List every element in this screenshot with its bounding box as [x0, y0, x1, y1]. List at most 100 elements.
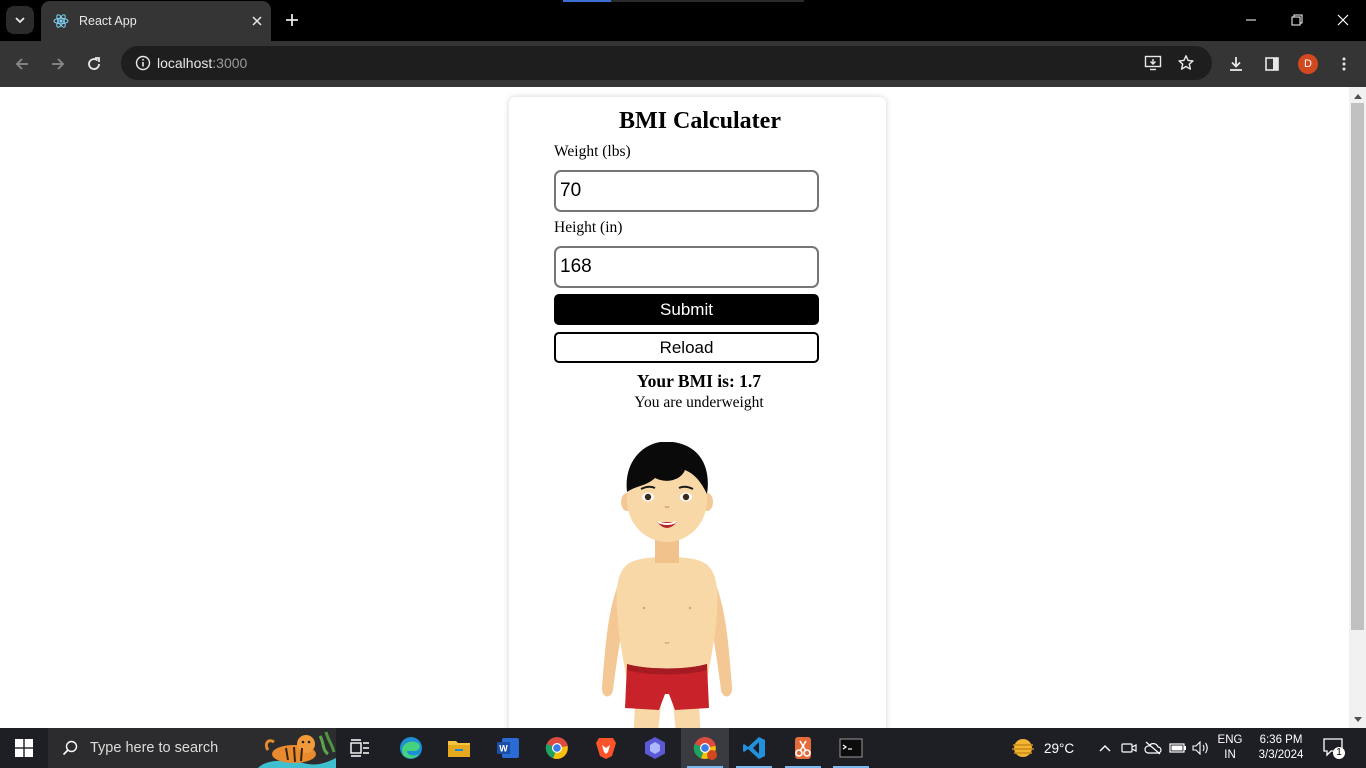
bmi-result: Your BMI is: 1.7: [636, 371, 762, 391]
minimize-button[interactable]: [1228, 0, 1274, 40]
close-icon: [1337, 14, 1349, 26]
speaker-icon: [1192, 741, 1208, 755]
cloud-off-icon: [1144, 741, 1162, 755]
tab-search-button[interactable]: [6, 6, 34, 34]
page-scrollbar[interactable]: [1349, 87, 1366, 728]
restore-button[interactable]: [1274, 0, 1320, 40]
install-app-button[interactable]: [1139, 49, 1167, 77]
install-app-icon: [1144, 55, 1162, 71]
taskbar-word[interactable]: W: [484, 728, 532, 768]
chrome-profile-icon: [693, 737, 717, 760]
notification-count: 1: [1336, 747, 1342, 758]
camera-icon: [1121, 743, 1137, 753]
url-port: :3000: [212, 55, 248, 71]
search-placeholder: Type here to search: [90, 740, 219, 756]
browser-tab[interactable]: React App: [41, 1, 271, 41]
scroll-down-button[interactable]: [1349, 711, 1366, 728]
taskbar-chrome[interactable]: [533, 728, 581, 768]
taskbar-chrome-profile[interactable]: [681, 728, 729, 768]
taskbar-vscode[interactable]: [730, 728, 778, 768]
page-title: BMI Calculater: [619, 108, 781, 134]
underweight-boy-illustration: [601, 442, 733, 728]
weather-temperature: 29°C: [1044, 740, 1075, 756]
info-icon: [135, 55, 151, 71]
tray-battery[interactable]: [1167, 728, 1189, 768]
svg-text:W: W: [499, 744, 508, 754]
new-tab-button[interactable]: [278, 6, 306, 34]
side-panel-icon: [1265, 57, 1279, 71]
weight-label: Weight (lbs): [554, 143, 631, 160]
url-host: localhost: [157, 55, 213, 71]
arrow-right-icon: [52, 58, 65, 70]
weight-input[interactable]: [554, 170, 819, 212]
bookmark-button[interactable]: [1172, 49, 1200, 77]
plus-icon: [286, 14, 298, 26]
tray-onedrive[interactable]: [1142, 728, 1164, 768]
taskbar-terminal[interactable]: [827, 728, 875, 768]
word-icon: W: [497, 738, 519, 758]
hazy-sun-icon: [1012, 739, 1034, 757]
site-info-button[interactable]: [129, 49, 157, 77]
url-text[interactable]: localhost:3000: [157, 55, 247, 71]
submit-button[interactable]: Submit: [554, 294, 819, 325]
chevron-up-icon: [1099, 745, 1111, 752]
start-button[interactable]: [0, 728, 48, 768]
bmi-card: BMI Calculater Weight (lbs) Height (in) …: [509, 97, 886, 728]
loading-indicator: [563, 0, 611, 2]
refresh-icon: [88, 57, 100, 70]
taskbar-snipping-tool[interactable]: [779, 728, 827, 768]
terminal-icon: [839, 738, 863, 758]
reload-page-button[interactable]: [78, 48, 110, 80]
language-indicator[interactable]: ENG IN: [1214, 733, 1246, 763]
windows-logo-icon: [15, 739, 33, 757]
taskbar-search-box[interactable]: Type here to search: [48, 728, 336, 768]
avatar: D: [1298, 54, 1318, 74]
arrow-left-icon: [15, 58, 28, 70]
scissors-icon: [795, 737, 811, 759]
folder-icon: [448, 741, 470, 757]
clock[interactable]: 6:36 PM 3/3/2024: [1252, 733, 1310, 763]
weather-widget[interactable]: 29°C: [1010, 728, 1074, 768]
height-label: Height (in): [554, 219, 623, 236]
loading-track: [611, 0, 804, 2]
triangle-up-icon: [1353, 93, 1362, 99]
tab-title: React App: [79, 14, 137, 28]
side-panel-button[interactable]: [1256, 48, 1288, 80]
downloads-button[interactable]: [1220, 48, 1252, 80]
triangle-down-icon: [1353, 716, 1362, 722]
close-icon: [252, 16, 262, 26]
show-hidden-icons-button[interactable]: [1096, 728, 1114, 768]
page-viewport: BMI Calculater Weight (lbs) Height (in) …: [0, 87, 1349, 728]
bmi-status: You are underweight: [634, 394, 764, 411]
menu-button[interactable]: [1328, 48, 1360, 80]
profile-button[interactable]: D: [1292, 48, 1324, 80]
taskbar-app-purple[interactable]: [631, 728, 679, 768]
tab-close-button[interactable]: [243, 7, 271, 35]
vscode-icon: [743, 737, 765, 759]
forward-button[interactable]: [42, 48, 74, 80]
taskbar-file-explorer[interactable]: [435, 728, 483, 768]
hexagon-app-icon: [645, 737, 665, 759]
reload-button[interactable]: Reload: [554, 332, 819, 363]
tiger-search-highlight-icon: [258, 731, 336, 768]
more-vertical-icon: [1342, 57, 1346, 71]
edge-icon: [400, 737, 422, 759]
language-region: IN: [1224, 749, 1236, 761]
scroll-up-button[interactable]: [1349, 87, 1366, 104]
download-icon: [1230, 57, 1242, 71]
tray-volume[interactable]: [1190, 728, 1212, 768]
close-window-button[interactable]: [1320, 0, 1366, 40]
taskbar-brave[interactable]: [582, 728, 630, 768]
notification-center-button[interactable]: 1: [1322, 736, 1346, 760]
back-button[interactable]: [6, 48, 38, 80]
browser-toolbar: localhost:3000 D: [0, 41, 1366, 87]
address-bar[interactable]: localhost:3000: [121, 46, 1212, 80]
scroll-thumb[interactable]: [1351, 103, 1364, 630]
clock-time: 6:36 PM: [1259, 734, 1303, 746]
tray-camera[interactable]: [1119, 728, 1139, 768]
task-view-icon: [350, 739, 369, 757]
height-input[interactable]: [554, 246, 819, 288]
task-view-button[interactable]: [336, 728, 384, 768]
taskbar-edge[interactable]: [387, 728, 435, 768]
battery-charging-icon: [1169, 743, 1186, 753]
